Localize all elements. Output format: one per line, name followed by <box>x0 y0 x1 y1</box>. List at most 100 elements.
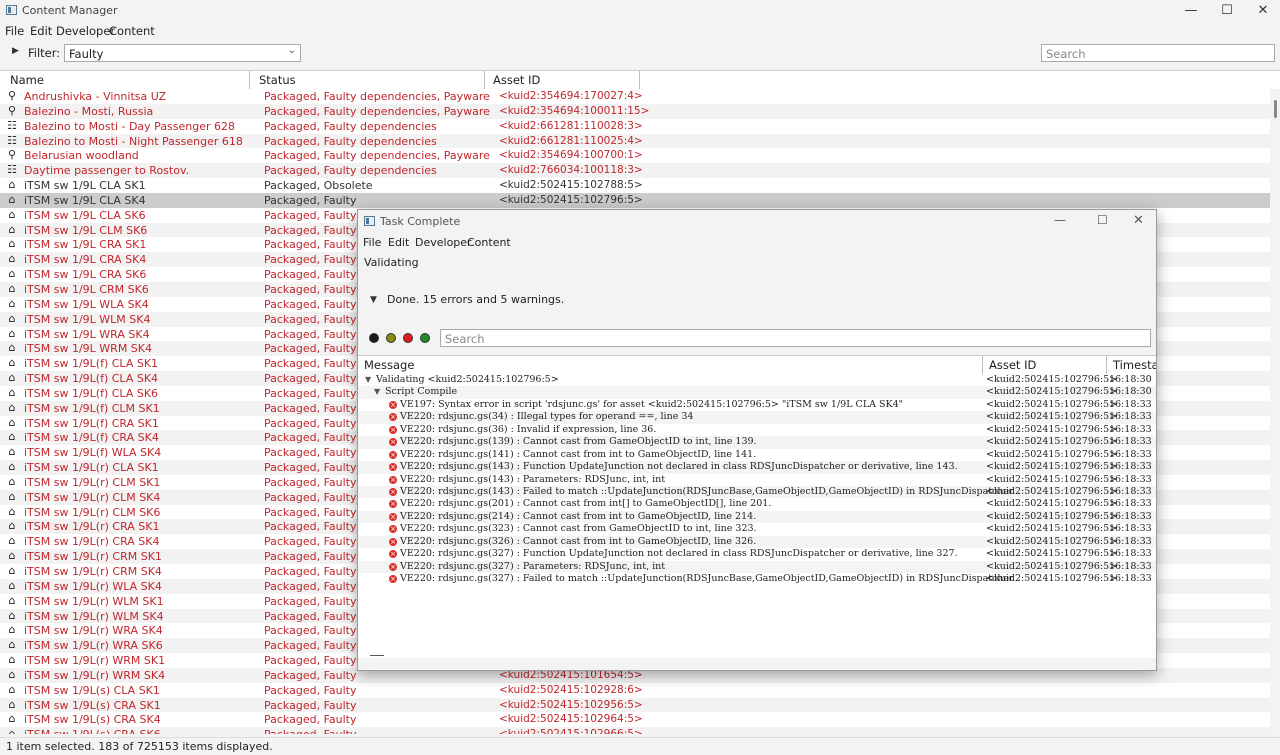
tree-expand-icon[interactable]: ▼ <box>365 375 371 384</box>
filter-all-light-icon[interactable] <box>369 333 379 343</box>
table-row[interactable]: ⌂ iTSM sw 1/9L CLA SK1 Packaged, Obsolete <… <box>0 178 1270 193</box>
row-name: iTSM sw 1/9L(s) CLA SK1 <box>24 683 160 697</box>
row-status: Packaged, Faulty <box>264 193 357 207</box>
row-name: iTSM sw 1/9L(r) WLM SK4 <box>24 609 164 623</box>
message-row[interactable]: × VE220: rdsjunc.gs(34) : Illegal types f… <box>358 411 1156 424</box>
table-row[interactable]: ☷ Daytime passenger to Rostov. Packaged, F… <box>0 163 1270 179</box>
message-row[interactable]: × VE220: rdsjunc.gs(139) : Cannot cast fr… <box>358 436 1156 449</box>
dialog-close-button[interactable]: ✕ <box>1133 213 1144 228</box>
dialog-minimize-button[interactable]: — <box>1054 213 1066 227</box>
menu-file[interactable]: File <box>5 24 24 38</box>
column-timestamp[interactable]: Timestamp <box>1113 358 1156 372</box>
table-row[interactable]: ☷ Balezino to Mosti - Night Passenger 618… <box>0 133 1270 149</box>
message-row[interactable]: × VE220: rdsjunc.gs(327) : Failed to matc… <box>358 573 1156 585</box>
row-status: Packaged, Faulty dependencies <box>264 134 437 148</box>
message-timestamp: 16:18:33 <box>1109 411 1152 423</box>
message-asset-id: <kuid2:502415:102796:5> <box>986 485 1118 497</box>
summary-collapse-icon[interactable]: ▼ <box>370 295 377 305</box>
dialog-menu-edit[interactable]: Edit <box>388 236 409 249</box>
table-row[interactable]: ⚲ Andrushivka - Vinnitsa UZ Packaged, Faul… <box>0 89 1270 104</box>
tree-expand-icon[interactable]: ▼ <box>374 387 380 396</box>
message-text: VE220: rdsjunc.gs(201) : Cannot cast fro… <box>400 498 772 510</box>
map-pin-icon: ⚲ <box>7 89 17 102</box>
dialog-menu-file[interactable]: File <box>363 236 381 249</box>
filter-warning-light-icon[interactable] <box>386 333 396 343</box>
menu-developer[interactable]: Developer <box>56 24 115 38</box>
list-header: Name Status Asset ID <box>0 70 1280 90</box>
message-row[interactable]: × VE220: rdsjunc.gs(143) : Parameters: RD… <box>358 474 1156 486</box>
error-icon: × <box>389 413 397 422</box>
message-asset-id: <kuid2:502415:102796:5> <box>986 436 1118 448</box>
row-name: iTSM sw 1/9L CRA SK1 <box>24 238 147 252</box>
message-timestamp: 16:18:33 <box>1109 398 1152 410</box>
row-name: iTSM sw 1/9L(r) CRM SK1 <box>24 550 162 564</box>
dialog-menu-content[interactable]: Content <box>467 236 511 249</box>
column-divider[interactable] <box>639 71 640 89</box>
menu-edit[interactable]: Edit <box>30 24 52 38</box>
filter-error-light-icon[interactable] <box>403 333 413 343</box>
row-name: iTSM sw 1/9L WRA SK4 <box>24 327 150 341</box>
message-row[interactable]: × VE220: rdsjunc.gs(36) : Invalid if expr… <box>358 424 1156 436</box>
search-input[interactable]: Search <box>1041 44 1275 62</box>
message-row[interactable]: ▼ Validating <kuid2:502415:102796:5> <kuid… <box>358 374 1156 386</box>
row-name: iTSM sw 1/9L(s) CRA SK4 <box>24 713 161 727</box>
table-row[interactable]: ⌂ iTSM sw 1/9L CLA SK4 Packaged, Faulty <ku… <box>0 192 1270 208</box>
message-timestamp: 16:18:33 <box>1109 560 1152 572</box>
table-row[interactable]: ⚲ Balezino - Mosti, Russia Packaged, Fault… <box>0 103 1270 119</box>
message-row[interactable]: × VE220: rdsjunc.gs(143) : Function Updat… <box>358 461 1156 474</box>
table-row[interactable]: ☷ Balezino to Mosti - Day Passenger 628 Pa… <box>0 119 1270 134</box>
message-text: VE220: rdsjunc.gs(143) : Failed to match… <box>400 485 1014 497</box>
row-name: iTSM sw 1/9L(r) WRM SK4 <box>24 668 166 682</box>
message-timestamp: 16:18:33 <box>1109 523 1152 535</box>
message-row[interactable]: × VE220: rdsjunc.gs(141) : Cannot cast fr… <box>358 449 1156 461</box>
table-row[interactable]: ⌂ iTSM sw 1/9L(s) CRA SK6 Packaged, Faulty… <box>0 727 1270 734</box>
row-name: iTSM sw 1/9L(f) CRA SK1 <box>24 416 159 430</box>
column-divider[interactable] <box>249 71 250 89</box>
dialog-menu-developer[interactable]: Developer <box>415 236 472 249</box>
message-row[interactable]: × VE220: rdsjunc.gs(323) : Cannot cast fr… <box>358 523 1156 535</box>
table-row[interactable]: ⚲ Belarusian woodland Packaged, Faulty dep… <box>0 148 1270 163</box>
scrollbar-thumb[interactable] <box>1274 100 1277 118</box>
row-name: Balezino to Mosti - Day Passenger 628 <box>24 119 236 133</box>
message-list[interactable]: ▼ Validating <kuid2:502415:102796:5> <kuid… <box>358 374 1156 658</box>
row-name: iTSM sw 1/9L(r) CLM SK6 <box>24 505 161 519</box>
task-complete-dialog[interactable]: Task Complete — ☐ ✕ File Edit Developer … <box>357 209 1157 671</box>
resize-grip[interactable] <box>370 655 384 656</box>
message-header: Message Asset ID Timestamp <box>358 355 1156 375</box>
message-row[interactable]: × VE220: rdsjunc.gs(327) : Function Updat… <box>358 548 1156 560</box>
menu-content[interactable]: Content <box>109 24 155 38</box>
close-button[interactable]: ✕ <box>1240 0 1280 22</box>
table-row[interactable]: ⌂ iTSM sw 1/9L(s) CLA SK1 Packaged, Faulty… <box>0 683 1270 698</box>
column-name[interactable]: Name <box>10 73 44 87</box>
message-row[interactable]: × VE220: rdsjunc.gs(214) : Cannot cast fr… <box>358 510 1156 524</box>
column-divider[interactable] <box>1106 356 1107 374</box>
list-scrollbar[interactable] <box>1270 89 1280 734</box>
column-status[interactable]: Status <box>259 73 296 87</box>
column-divider[interactable] <box>484 71 485 89</box>
message-text: VE220: rdsjunc.gs(327) : Failed to match… <box>400 573 1014 584</box>
column-message[interactable]: Message <box>364 358 414 372</box>
filter-select[interactable]: Faulty ⌄ <box>64 44 301 62</box>
column-dialog-asset-id[interactable]: Asset ID <box>989 358 1036 372</box>
row-name: iTSM sw 1/9L(r) CLM SK4 <box>24 490 161 504</box>
column-divider[interactable] <box>982 356 983 374</box>
message-timestamp: 16:18:33 <box>1109 473 1152 485</box>
message-text: Validating <kuid2:502415:102796:5> <box>376 374 559 385</box>
row-status: Packaged, Faulty <box>264 490 357 504</box>
row-name: iTSM sw 1/9L(f) WLA SK4 <box>24 446 162 460</box>
message-row[interactable]: × VE220: rdsjunc.gs(201) : Cannot cast fr… <box>358 498 1156 510</box>
dialog-search-input[interactable]: Search <box>440 329 1151 347</box>
message-row[interactable]: × VE197: Syntax error in script 'rdsjunc.… <box>358 399 1156 411</box>
message-row[interactable]: ▼ Script Compile <kuid2:502415:102796:5> 16… <box>358 386 1156 399</box>
filter-expand-icon[interactable]: ▶ <box>12 46 19 56</box>
table-row[interactable]: ⌂ iTSM sw 1/9L(s) CRA SK4 Packaged, Faulty… <box>0 712 1270 727</box>
message-row[interactable]: × VE220: rdsjunc.gs(327) : Parameters: RD… <box>358 560 1156 573</box>
message-row[interactable]: × VE220: rdsjunc.gs(143) : Failed to matc… <box>358 485 1156 499</box>
asset-icon: ⌂ <box>8 460 16 474</box>
message-row[interactable]: × VE220: rdsjunc.gs(326) : Cannot cast fr… <box>358 535 1156 549</box>
filter-ok-light-icon[interactable] <box>420 333 430 343</box>
table-row[interactable]: ⌂ iTSM sw 1/9L(s) CRA SK1 Packaged, Faulty… <box>0 697 1270 713</box>
column-asset-id[interactable]: Asset ID <box>493 73 540 87</box>
row-status: Packaged, Faulty <box>264 253 357 267</box>
dialog-maximize-button[interactable]: ☐ <box>1097 213 1108 227</box>
